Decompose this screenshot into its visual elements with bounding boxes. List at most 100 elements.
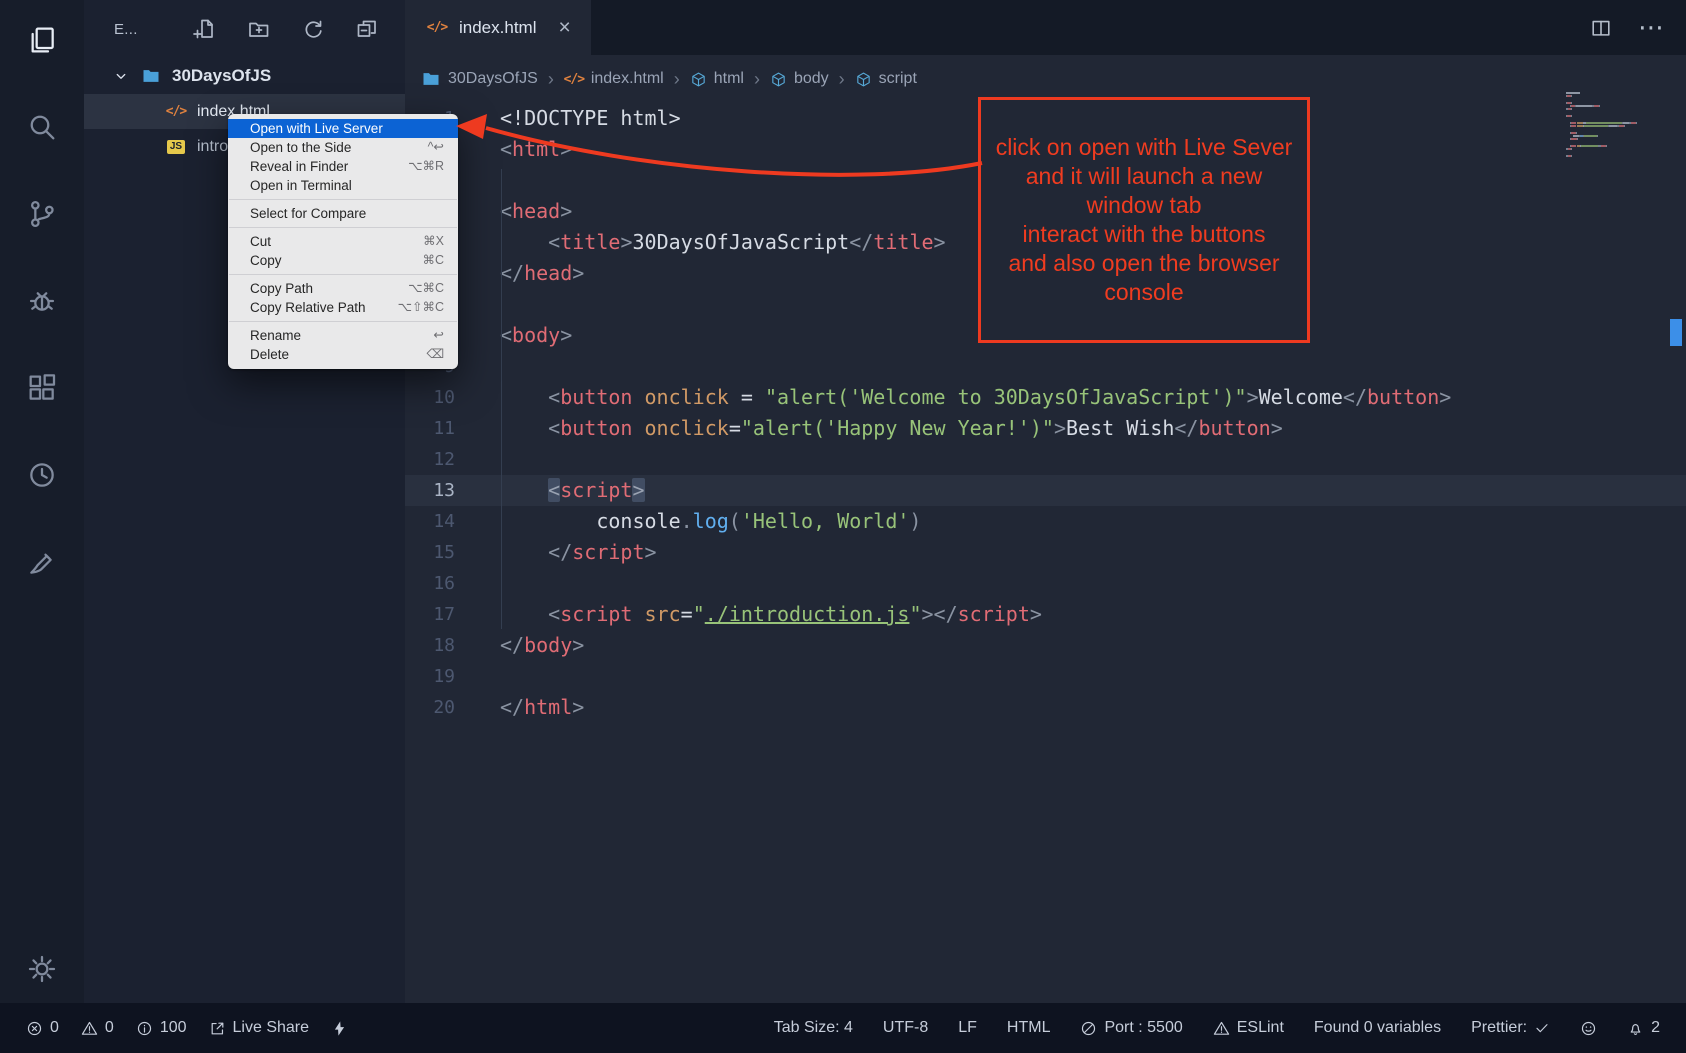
menu-item-copy-relative-path[interactable]: Copy Relative Path⌥⇧⌘C <box>228 298 458 317</box>
menu-item-open-with-live-server[interactable]: Open with Live Server <box>228 119 458 138</box>
menu-item-label: Open with Live Server <box>250 120 383 137</box>
split-editor-icon <box>1590 17 1612 39</box>
breadcrumb-item-script[interactable]: script <box>855 70 917 88</box>
activity-explorer[interactable] <box>24 22 60 58</box>
menu-item-cut[interactable]: Cut⌘X <box>228 232 458 251</box>
breadcrumb-item-index-html[interactable]: </>index.html <box>564 69 664 89</box>
code-line-14[interactable]: 14 console.log('Hello, World') <box>405 506 1686 537</box>
extensions-icon <box>26 372 58 404</box>
annotation-text: click on open with Live Sever and it wil… <box>983 133 1305 307</box>
code-line-11[interactable]: 11 <button onclick="alert('Happy New Yea… <box>405 413 1686 444</box>
status-language-mode[interactable]: HTML <box>1007 1019 1051 1037</box>
status-encoding[interactable]: UTF-8 <box>883 1019 928 1037</box>
menu-item-shortcut: ⌥⌘C <box>408 280 444 297</box>
breadcrumb-item-body[interactable]: body <box>770 70 829 88</box>
status-info-count[interactable]: 100 <box>136 1019 187 1037</box>
check-icon <box>1534 1020 1550 1036</box>
status-prettier[interactable]: Prettier: <box>1471 1019 1550 1037</box>
menu-item-label: Reveal in Finder <box>250 158 348 175</box>
menu-item-open-in-terminal[interactable]: Open in Terminal <box>228 176 458 195</box>
close-icon[interactable]: × <box>558 16 570 40</box>
menu-item-shortcut: ⌫ <box>426 346 444 363</box>
menu-item-open-to-the-side[interactable]: Open to the Side^↩ <box>228 138 458 157</box>
context-menu: Open with Live ServerOpen to the Side^↩R… <box>228 114 458 369</box>
menu-item-select-for-compare[interactable]: Select for Compare <box>228 204 458 223</box>
code-text: <title>30DaysOfJavaScript</title> <box>455 227 946 258</box>
new-folder-button[interactable] <box>247 17 271 41</box>
status-feedback-smiley[interactable] <box>1580 1020 1597 1037</box>
folder-row-30daysofjs[interactable]: 30DaysOfJS <box>84 58 405 94</box>
explorer-header: E... <box>84 0 405 58</box>
files-icon <box>26 24 58 56</box>
code-text: </body> <box>455 630 584 661</box>
status-eol[interactable]: LF <box>958 1019 977 1037</box>
code-line-13[interactable]: 13 <script> <box>405 475 1686 506</box>
activity-feedback[interactable] <box>24 544 60 580</box>
status-notifications[interactable]: 2 <box>1627 1019 1660 1037</box>
code-line-18[interactable]: 18</body> <box>405 630 1686 661</box>
status-left: 0 0 100 Live Share <box>26 1019 348 1037</box>
html-file-icon: </> <box>425 16 449 40</box>
status-warnings[interactable]: 0 <box>81 1019 114 1037</box>
warning-icon <box>1213 1020 1230 1037</box>
code-line-20[interactable]: 20</html> <box>405 692 1686 723</box>
status-label: Port : 5500 <box>1104 1019 1182 1037</box>
status-right: Tab Size: 4 UTF-8 LF HTML Port : 5500 ESLint F… <box>774 1019 1660 1037</box>
overview-ruler-marker <box>1670 319 1682 346</box>
status-variables[interactable]: Found 0 variables <box>1314 1019 1441 1037</box>
code-text <box>455 661 500 692</box>
activity-timeline[interactable] <box>24 457 60 493</box>
code-line-16[interactable]: 16 <box>405 568 1686 599</box>
menu-item-rename[interactable]: Rename↩ <box>228 326 458 345</box>
code-line-9[interactable]: 9 <box>405 351 1686 382</box>
new-file-button[interactable] <box>193 17 217 41</box>
breadcrumb-item-html[interactable]: html <box>690 70 744 88</box>
activity-run-debug[interactable] <box>24 283 60 319</box>
activity-search[interactable] <box>24 109 60 145</box>
split-editor-button[interactable] <box>1590 17 1612 39</box>
status-eslint[interactable]: ESLint <box>1213 1019 1284 1037</box>
code-text: <script> <box>455 475 645 506</box>
activity-source-control[interactable] <box>24 196 60 232</box>
refresh-button[interactable] <box>301 17 325 41</box>
menu-item-delete[interactable]: Delete ⌫ <box>228 345 458 364</box>
minimap[interactable] <box>1566 92 1662 158</box>
status-label: Prettier: <box>1471 1019 1527 1037</box>
activity-settings[interactable] <box>24 951 60 987</box>
code-line-12[interactable]: 12 <box>405 444 1686 475</box>
html-file-icon: </> <box>164 100 188 124</box>
code-text: <html> <box>455 134 572 165</box>
code-line-10[interactable]: 10 <button onclick = "alert('Welcome to … <box>405 382 1686 413</box>
breadcrumb-item-30daysofjs[interactable]: 30DaysOfJS <box>421 69 538 89</box>
status-live-share[interactable]: Live Share <box>209 1019 310 1037</box>
status-errors[interactable]: 0 <box>26 1019 59 1037</box>
more-actions-button[interactable]: ⋯ <box>1640 17 1662 39</box>
indent-guide <box>501 169 502 629</box>
menu-item-shortcut: ⌘X <box>423 233 444 250</box>
status-port[interactable]: Port : 5500 <box>1080 1019 1182 1037</box>
search-icon <box>26 111 58 143</box>
live-share-icon <box>209 1020 226 1037</box>
status-lightning[interactable] <box>331 1020 348 1037</box>
activity-extensions[interactable] <box>24 370 60 406</box>
code-line-17[interactable]: 17 <script src="./introduction.js"></scr… <box>405 599 1686 630</box>
editor-actions: ⋯ <box>1590 0 1686 55</box>
tab-index-html[interactable]: </>index.html× <box>405 0 591 55</box>
explorer-actions <box>193 17 379 41</box>
cube-icon <box>770 71 787 88</box>
line-number: 18 <box>405 630 455 661</box>
menu-item-copy[interactable]: Copy⌘C <box>228 251 458 270</box>
status-label: 0 <box>105 1019 114 1037</box>
code-line-15[interactable]: 15 </script> <box>405 537 1686 568</box>
line-number: 15 <box>405 537 455 568</box>
code-line-19[interactable]: 19 <box>405 661 1686 692</box>
status-tab-size[interactable]: Tab Size: 4 <box>774 1019 853 1037</box>
status-label: 100 <box>160 1019 187 1037</box>
collapse-all-button[interactable] <box>355 17 379 41</box>
line-number: 14 <box>405 506 455 537</box>
menu-item-reveal-in-finder[interactable]: Reveal in Finder⌥⌘R <box>228 157 458 176</box>
explorer-title: E... <box>114 21 138 38</box>
menu-item-copy-path[interactable]: Copy Path⌥⌘C <box>228 279 458 298</box>
menu-item-label: Delete <box>250 346 289 363</box>
menu-item-label: Open to the Side <box>250 139 351 156</box>
